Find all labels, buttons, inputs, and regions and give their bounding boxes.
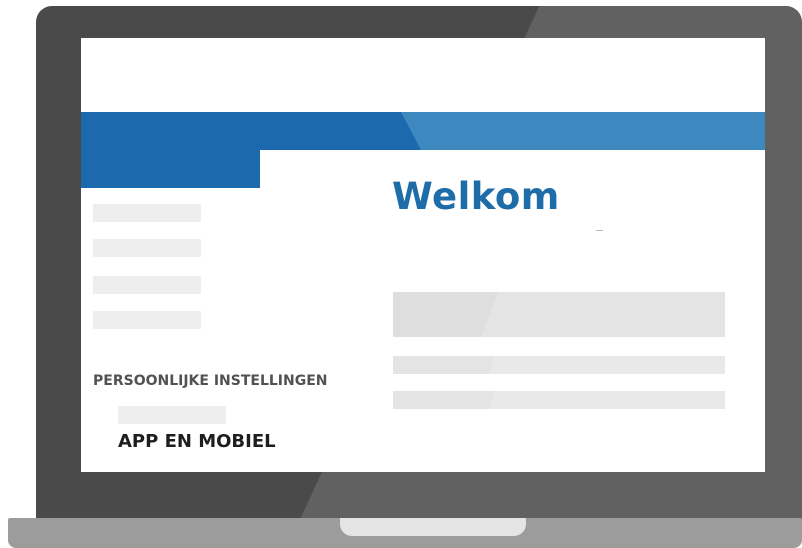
header-bar-dark-segment [81,112,421,150]
content-placeholder-line [393,356,725,374]
trackpad-notch [340,518,526,536]
welcome-title: Welkom [392,175,560,218]
sidebar-item-placeholder[interactable] [93,311,201,329]
laptop-screen: PERSOONLIJKE INSTELLINGEN APP EN MOBIEL … [81,38,765,472]
content-placeholder-line [393,391,725,409]
personal-settings-heading: PERSOONLIJKE INSTELLINGEN [93,373,328,389]
sidebar-item-placeholder[interactable] [93,204,201,222]
content-placeholder-block [393,292,725,337]
laptop-base [8,518,802,548]
sidebar-item-placeholder[interactable] [93,239,201,257]
settings-sub-item-placeholder[interactable] [118,406,226,424]
divider-mark [596,230,603,231]
app-and-mobile-link[interactable]: APP EN MOBIEL [118,431,276,452]
sidebar-item-placeholder[interactable] [93,276,201,294]
sidebar-header-block [81,150,260,188]
header-bar [81,112,765,150]
